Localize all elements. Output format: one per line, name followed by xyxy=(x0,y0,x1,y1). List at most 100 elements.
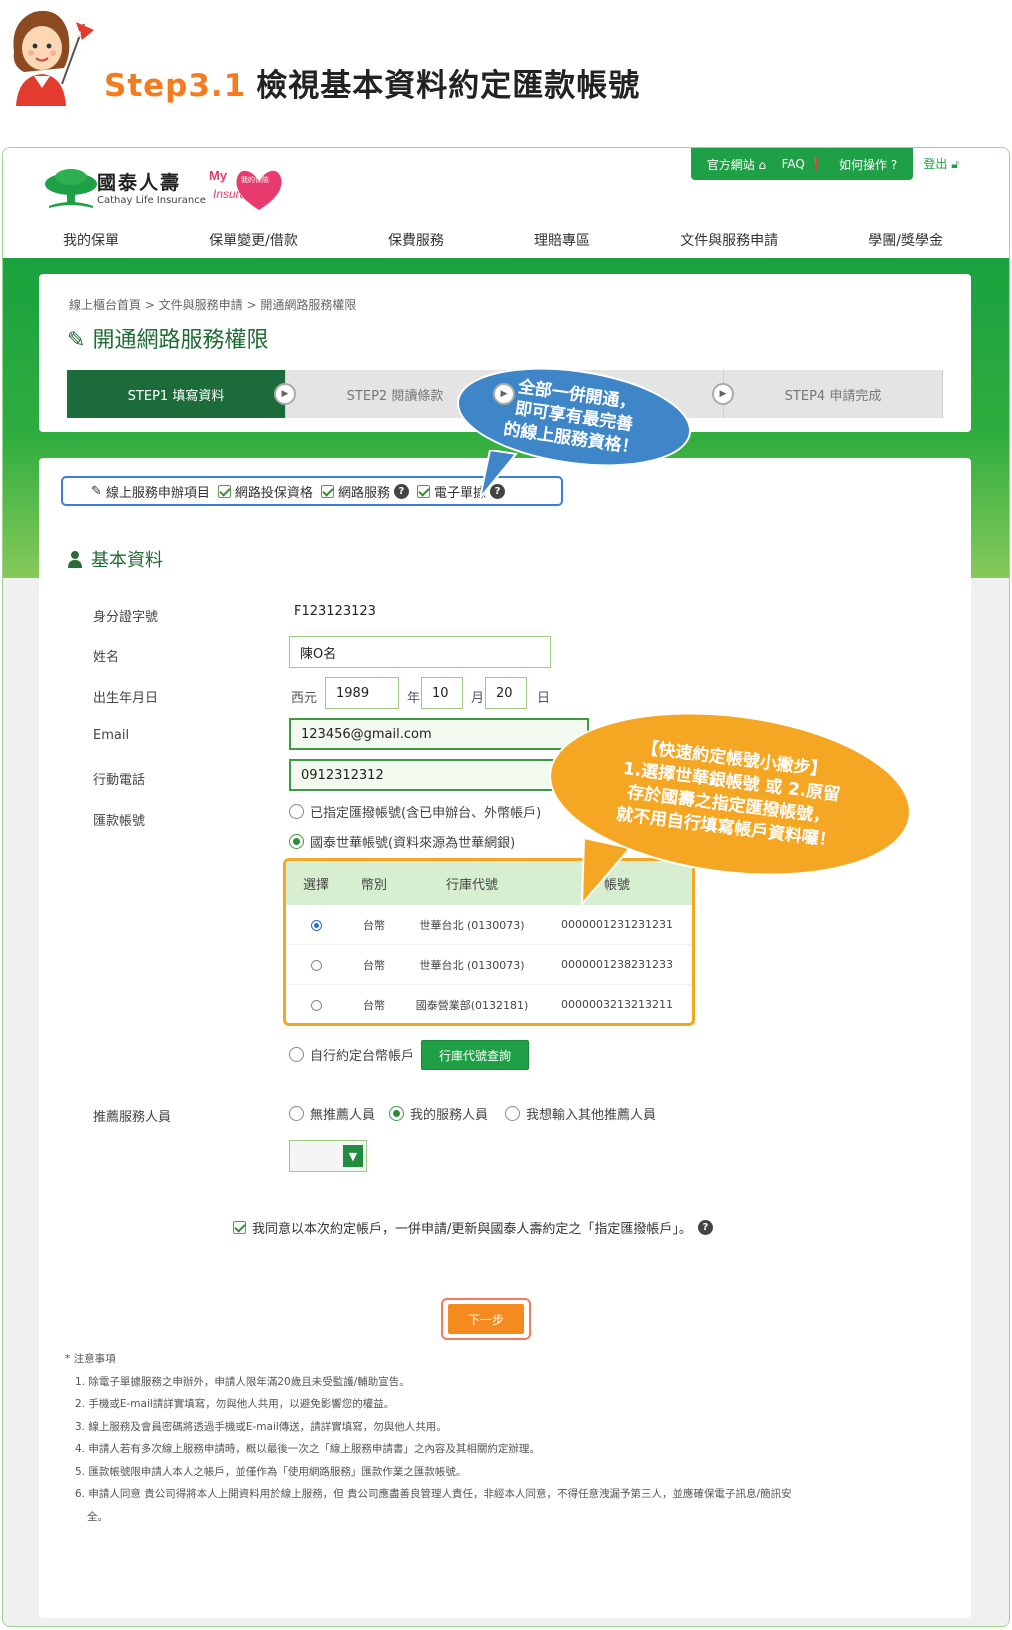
step-1-label: STEP1 填寫資料 xyxy=(127,388,225,404)
service-online-insure[interactable]: 網路投保資格 xyxy=(217,482,313,501)
nav-policy-change[interactable]: 保單變更/借款 xyxy=(209,230,298,250)
service-online-insure-label: 網路投保資格 xyxy=(234,485,313,501)
radio-icon[interactable] xyxy=(289,1047,304,1062)
mascot-flag-number: 3 xyxy=(76,30,82,39)
brand-english: Cathay Life Insurance xyxy=(97,195,206,206)
phone-field[interactable]: 0912312312 xyxy=(289,759,589,791)
radio-icon[interactable] xyxy=(310,999,322,1011)
email-field[interactable]: 123456@gmail.com xyxy=(289,718,589,750)
nav-scholarship[interactable]: 學團/獎學金 xyxy=(868,230,943,250)
radio-selected-icon[interactable] xyxy=(310,919,322,931)
note-item: 5. 匯款帳號限申請人本人之帳戶，並僅作為「使用網路服務」匯款作業之匯款帳號。 xyxy=(75,1465,467,1478)
nav-claims[interactable]: 理賠專區 xyxy=(534,230,590,250)
radio-selected-icon[interactable] xyxy=(289,834,304,849)
account-option-cathay[interactable]: 國泰世華帳號(資料來源為世華網銀) xyxy=(289,832,515,851)
note-item: 4. 申請人若有多次線上服務申請時，概以最後一次之「線上服務申請書」之內容及其相… xyxy=(75,1443,540,1455)
name-field[interactable]: 陳O名 xyxy=(289,636,551,668)
edit-icon: ✎ xyxy=(67,328,86,353)
radio-icon[interactable] xyxy=(289,1106,304,1121)
howto-link[interactable]: 如何操作 ? xyxy=(839,156,897,173)
id-label: 身分證字號 xyxy=(93,610,159,625)
bank-code-lookup-button[interactable]: 行庫代號查詢 xyxy=(421,1040,529,1070)
my-insurance-text: Insurance xyxy=(213,187,266,201)
notes-list: 1. 除電子單據服務之申辦外，申請人限年滿20歲且未受監護/輔助宣告。 2. 手… xyxy=(65,1371,945,1529)
referral-select[interactable]: ▼ xyxy=(289,1140,367,1172)
note-item: 6. 申請人同意 貴公司得將本人上開資料用於線上服務，但 貴公司應盡善良管理人責… xyxy=(75,1488,792,1500)
nav-premium[interactable]: 保費服務 xyxy=(388,230,444,250)
table-row[interactable]: 台幣 國泰營業部(0132181) 0000003213213211 xyxy=(286,985,692,1023)
checkbox-checked-icon[interactable] xyxy=(416,484,430,498)
step-title-text: 檢視基本資料約定匯款帳號 xyxy=(256,68,641,104)
step-1: STEP1 填寫資料 ▶ xyxy=(67,370,296,418)
birth-year-field[interactable]: 1989 xyxy=(325,677,399,709)
official-site-link[interactable]: 官方網站 ⌂ xyxy=(707,156,766,173)
my-insurance-my-text: My xyxy=(209,168,228,183)
radio-icon[interactable] xyxy=(289,804,304,819)
table-row[interactable]: 台幣 世華台北 (0130073) 0000001231231231 xyxy=(286,905,692,945)
checkbox-checked-icon[interactable] xyxy=(320,484,334,498)
radio-icon[interactable] xyxy=(505,1106,520,1121)
row-select-cell[interactable] xyxy=(286,918,346,931)
birth-month-field[interactable]: 10 xyxy=(421,677,463,709)
service-online-service[interactable]: 網路服務? xyxy=(320,482,409,501)
note-item: 全。 xyxy=(87,1510,108,1523)
cathay-tree-logo xyxy=(45,169,97,208)
help-icon[interactable]: ? xyxy=(393,483,409,499)
referral-mine[interactable]: 我的服務人員 xyxy=(389,1104,488,1123)
era-label: 西元 xyxy=(291,691,318,706)
official-site-label: 官方網站 xyxy=(706,157,755,172)
account-cell: 0000003213213211 xyxy=(561,998,673,1011)
bank-cell: 國泰營業部(0132181) xyxy=(415,998,529,1012)
birth-day-field[interactable]: 20 xyxy=(485,677,527,709)
name-field-value: 陳O名 xyxy=(300,646,337,662)
step-2-label: STEP2 閱讀條款 xyxy=(346,388,444,404)
agree-checkbox-line[interactable]: 我同意以本次約定帳戶，一併申請/更新與國泰人壽約定之「指定匯撥帳戶」。 ? xyxy=(233,1218,713,1237)
day-unit: 日 xyxy=(537,691,551,706)
checkbox-checked-icon[interactable] xyxy=(217,484,231,498)
next-button-highlight: 下一步 xyxy=(441,1298,531,1340)
referral-none[interactable]: 無推薦人員 xyxy=(289,1104,375,1123)
account-option-designated[interactable]: 已指定匯撥帳號(含已申辦台、外幣帳戶) xyxy=(289,802,541,821)
my-insurance-logo: My 我的保險 Insurance xyxy=(209,168,282,210)
referral-other[interactable]: 我想輸入其他推薦人員 xyxy=(505,1104,656,1123)
checkbox-checked-icon[interactable] xyxy=(233,1221,246,1234)
nav-my-policies[interactable]: 我的保單 xyxy=(63,230,119,250)
lock-icon: 🔓︎ xyxy=(951,157,959,171)
page-title-text: 開通網路服務權限 xyxy=(92,328,269,353)
step-arrow-icon: ▶ xyxy=(493,383,515,405)
mascot-illustration xyxy=(13,10,94,106)
logout-label: 登出 xyxy=(923,157,948,171)
account-option-designated-label: 已指定匯撥帳號(含已申辦台、外幣帳戶) xyxy=(310,806,542,821)
email-label: Email xyxy=(93,728,130,743)
howto-label: 如何操作 xyxy=(839,157,888,172)
table-row[interactable]: 台幣 世華台北 (0130073) 0000001238231233 xyxy=(286,945,692,985)
account-option-cathay-label: 國泰世華帳號(資料來源為世華網銀) xyxy=(310,836,516,851)
birth-month-value: 10 xyxy=(432,685,449,701)
breadcrumb[interactable]: 線上櫃台首頁 > 文件與服務申請 > 開通網路服務權限 xyxy=(69,296,356,313)
pencil-icon: ✎ xyxy=(91,483,102,499)
help-icon[interactable]: ? xyxy=(697,1220,713,1235)
row-select-cell[interactable] xyxy=(286,958,346,971)
referral-other-label: 我想輸入其他推薦人員 xyxy=(526,1108,657,1123)
referral-mine-label: 我的服務人員 xyxy=(410,1108,489,1123)
radio-icon[interactable] xyxy=(310,959,322,971)
row-select-cell[interactable] xyxy=(286,998,346,1011)
logout-link[interactable]: 登出 🔓︎ xyxy=(923,155,959,172)
radio-selected-icon[interactable] xyxy=(389,1106,404,1121)
account-option-self[interactable]: 自行約定台幣帳戶 xyxy=(289,1045,414,1064)
notes-section: * 注意事項 1. 除電子單據服務之申辦外，申請人限年滿20歲且未受監護/輔助宣… xyxy=(65,1348,945,1528)
currency-cell: 台幣 xyxy=(363,918,385,932)
next-button[interactable]: 下一步 xyxy=(448,1304,524,1334)
brand-name: 國泰人壽 xyxy=(97,172,182,194)
year-unit: 年 xyxy=(407,691,421,706)
home-icon: ⌂ xyxy=(758,157,767,172)
faq-link[interactable]: FAQ ❗ xyxy=(782,157,824,171)
faq-label: FAQ xyxy=(781,157,805,171)
birth-year-value: 1989 xyxy=(336,685,370,701)
nav-documents[interactable]: 文件與服務申請 xyxy=(680,230,778,250)
note-item: 2. 手機或E-mail請詳實填寫，勿與他人共用，以避免影響您的權益。 xyxy=(75,1398,395,1410)
dropdown-arrow-icon[interactable]: ▼ xyxy=(343,1145,363,1167)
birth-label: 出生年月日 xyxy=(93,691,159,706)
name-label: 姓名 xyxy=(93,650,120,665)
column-bank-code: 行庫代號 xyxy=(445,877,498,893)
